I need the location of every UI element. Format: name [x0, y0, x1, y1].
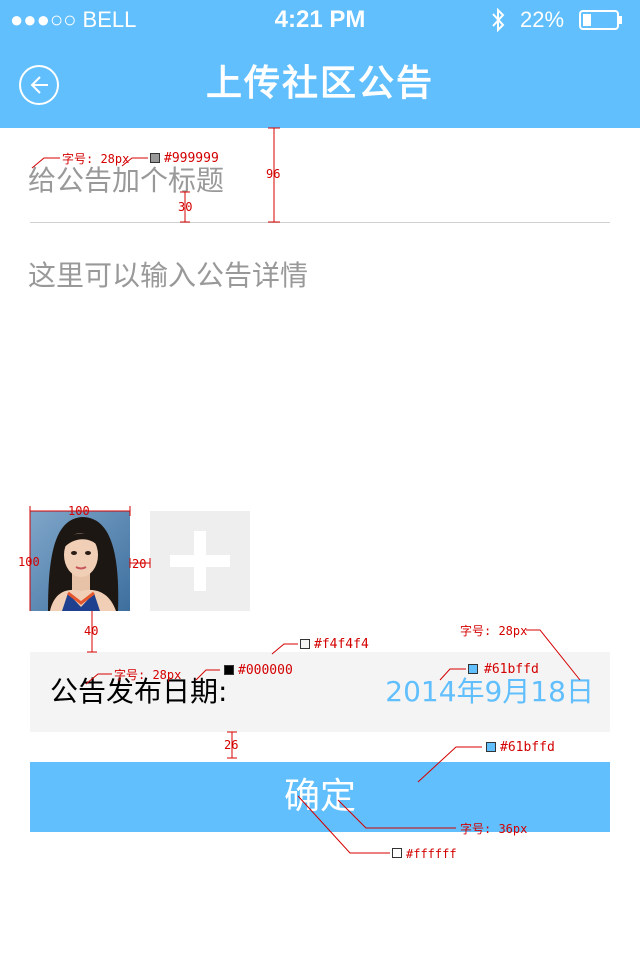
annotation-color-999: #999999 — [164, 151, 219, 166]
battery-icon — [579, 10, 622, 30]
status-bar: ●●●○○ BELL 4:21 PM 22% — [0, 0, 640, 40]
annotation-dim-100-h: 100 — [18, 555, 40, 569]
annotation-font-size-label: 字号: 28px — [114, 668, 182, 682]
uploaded-photo[interactable] — [30, 511, 130, 611]
annotation-font-size: 字号: 28px — [62, 152, 130, 166]
annotation-dim-100-w: 100 — [68, 504, 90, 518]
annotation-color-61-date: #61bffd — [484, 662, 539, 677]
bluetooth-icon — [492, 7, 505, 33]
annotation-dim-30: 30 — [178, 200, 193, 214]
annotation-font-size-button: 字号: 36px — [460, 822, 528, 836]
annotation-font-size-date: 字号: 28px — [460, 624, 528, 638]
portrait-image — [30, 511, 130, 611]
color-swatch-black — [224, 665, 234, 675]
color-swatch-gray — [150, 153, 160, 163]
notice-detail-input[interactable] — [28, 256, 610, 486]
annotation-dim-96: 96 — [266, 167, 281, 181]
add-photo-button[interactable] — [150, 511, 250, 611]
annotation-dim-40: 40 — [84, 624, 99, 638]
color-swatch-blue-button — [486, 742, 496, 752]
nav-bar: 上传社区公告 — [0, 40, 640, 128]
annotation-color-000: #000000 — [238, 663, 293, 678]
color-swatch-light — [300, 639, 310, 649]
annotation-color-fff: #ffffff — [406, 847, 457, 861]
color-swatch-white — [392, 848, 402, 858]
annotation-color-f4: #f4f4f4 — [314, 637, 369, 652]
color-swatch-blue — [468, 664, 478, 674]
publish-date-value[interactable]: 2014年9月18日 — [385, 672, 594, 712]
annotation-dim-26: 26 — [224, 738, 239, 752]
page-title: 上传社区公告 — [205, 63, 434, 104]
plus-icon-vertical — [194, 531, 206, 591]
battery-percent: 22% — [520, 7, 565, 32]
annotation-color-61-button: #61bffd — [500, 740, 555, 755]
annotation-dim-20: 20 — [132, 557, 147, 571]
divider — [30, 222, 610, 223]
